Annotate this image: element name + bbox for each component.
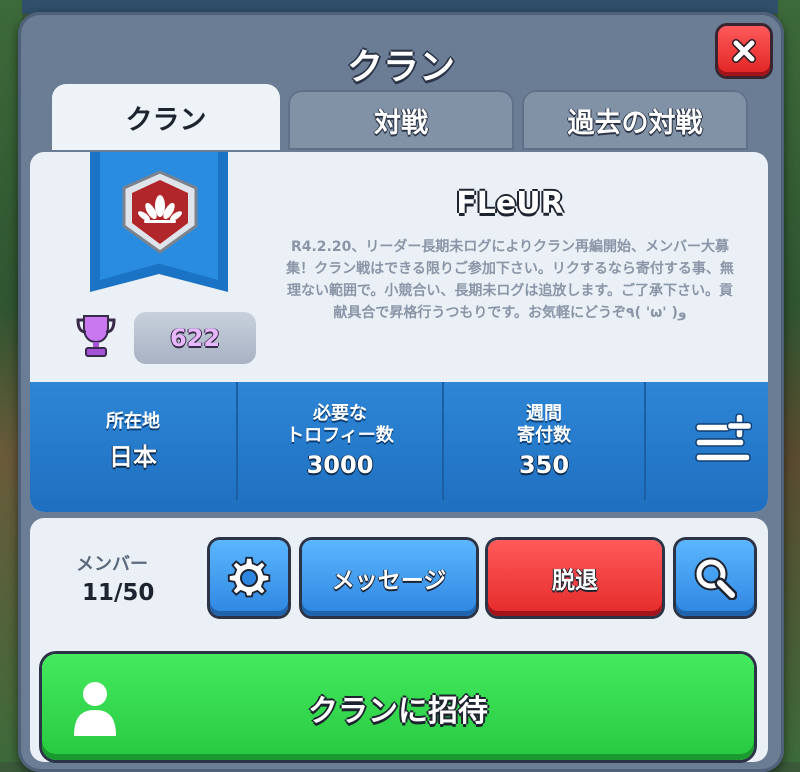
search-button[interactable]	[676, 540, 754, 616]
clan-description: R4.2.20、リーダー長期未ログによりクラン再編開始、メンバー大募集！クラン戦…	[286, 239, 734, 321]
gear-icon	[227, 556, 271, 598]
invite-to-clan-button[interactable]: クランに招待	[42, 654, 754, 760]
trophy-icon	[76, 315, 116, 357]
stat-required-label-2: トロフィー数	[286, 425, 394, 446]
tab-bar: クラン 対戦 過去の対戦	[52, 84, 748, 150]
settings-button[interactable]	[210, 540, 288, 616]
clan-badge-icon	[122, 170, 198, 254]
tab-battle[interactable]: 対戦	[288, 90, 514, 150]
leave-button[interactable]: 脱退	[488, 540, 662, 616]
clan-info-card: 622 FLeUR R4.2.20、リーダー長期未ログによりクラン再編開始、メン…	[30, 152, 768, 512]
stat-required-trophies: 必要な トロフィー数 3000	[238, 382, 442, 500]
tab-past-battles[interactable]: 過去の対戦	[522, 90, 748, 150]
message-button[interactable]: メッセージ	[302, 540, 476, 616]
tab-clan[interactable]: クラン	[52, 84, 280, 150]
close-button[interactable]	[718, 26, 770, 76]
members-label: メンバー	[76, 554, 148, 575]
stat-weekly-value: 350	[518, 451, 570, 479]
search-icon	[694, 557, 737, 600]
stat-weekly-donations: 週間 寄付数 350	[444, 382, 644, 500]
stat-weekly-label-2: 寄付数	[517, 425, 571, 446]
clan-panel: クラン クラン 対戦 過去の対戦 622 FLeUR R4.2.20、リーダー長…	[18, 12, 784, 772]
clan-actions-card: メンバー 11/50 メッセージ 脱退 クランに招待	[30, 518, 768, 762]
invite-to-clan-label: クランに招待	[308, 694, 488, 729]
clan-stats-bar: 所在地 日本 必要な トロフィー数 3000 週間 寄付数 350	[30, 382, 768, 512]
clan-trophy-count: 622	[134, 312, 256, 364]
members-count: 11/50	[82, 580, 155, 606]
stat-required-value: 3000	[306, 451, 374, 479]
stat-required-label-1: 必要な	[313, 403, 367, 424]
stat-location-value: 日本	[109, 442, 157, 471]
panel-title: クラン	[346, 47, 455, 88]
stat-location-label: 所在地	[106, 410, 160, 432]
stat-location: 所在地 日本	[30, 382, 236, 500]
close-icon	[732, 39, 756, 63]
stat-divider	[644, 382, 646, 500]
stat-weekly-label-1: 週間	[526, 403, 562, 424]
list-add-icon[interactable]	[694, 412, 752, 466]
clan-name: FLeUR	[456, 186, 564, 221]
